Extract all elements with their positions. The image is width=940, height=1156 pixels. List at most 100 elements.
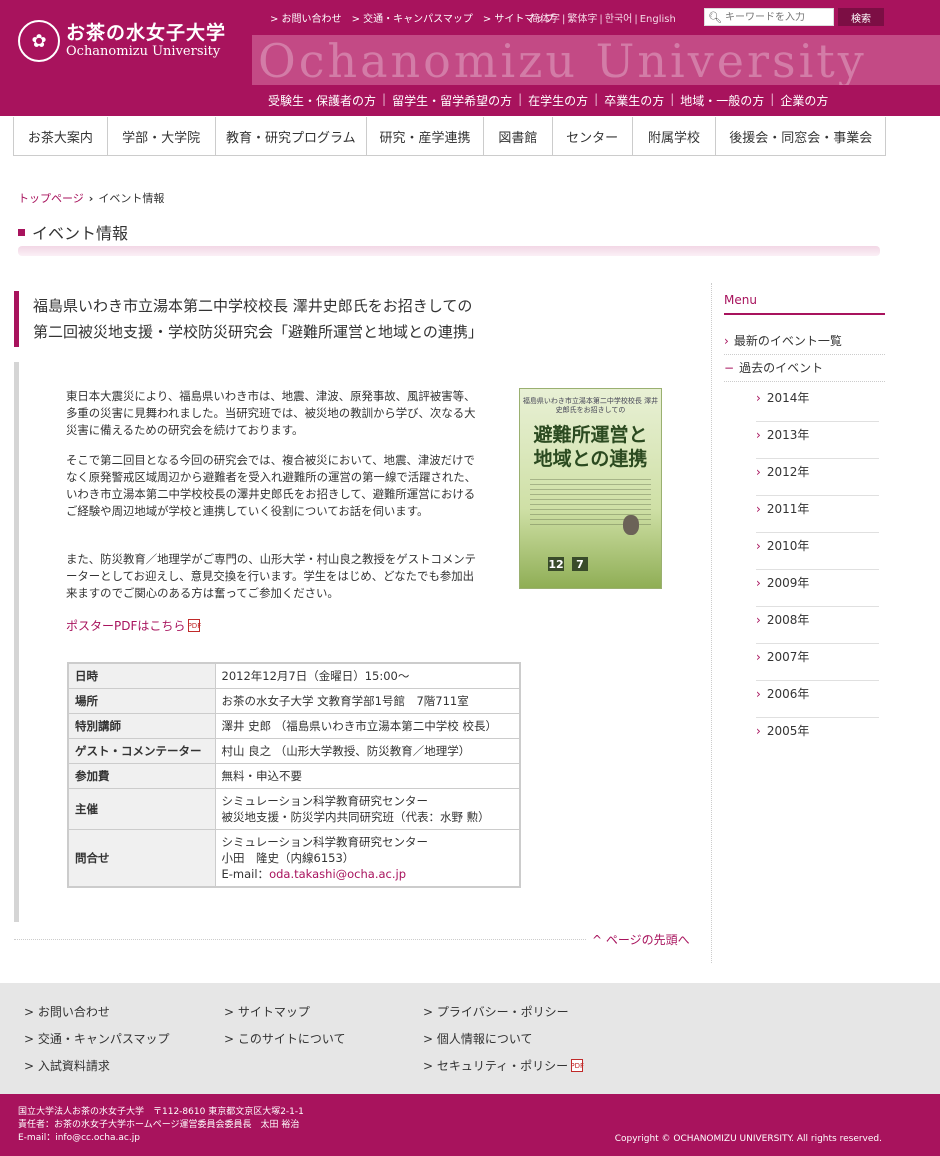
table-row: 特別講師 澤井 史郎 （福島県いわき市立湯本第二中学校 校長）	[67, 713, 521, 739]
table-row: 場所 お茶の水女子大学 文教育学部1号館 7階711室	[67, 688, 521, 714]
table-row: 主催 シミュレーション科学教育研究センター 被災地支援・防災学内共同研究班（代表…	[67, 788, 521, 830]
contact-email-link[interactable]: oda.takashi@ocha.ac.jp	[269, 867, 406, 881]
info-label-organizer: 主催	[67, 788, 216, 830]
article-paragraph-3: また、防災教育／地理学がご専門の、山形大学・村山良之教授をゲストコメンテーターと…	[66, 552, 477, 600]
footer-personal-info-link[interactable]: > 個人情報について	[423, 1030, 533, 1047]
sidebar-year-2006[interactable]: › 2006年	[756, 681, 879, 718]
event-info-table: 日時 2012年12月7日（金曜日）15:00〜 場所 お茶の水女子大学 文教育…	[67, 662, 521, 888]
table-row: 参加費 無料・申込不要	[67, 763, 521, 789]
footer-sitemap-link[interactable]: > サイトマップ	[224, 1003, 310, 1020]
gnav-supporters[interactable]: 後援会・同窓会・事業会	[716, 117, 885, 155]
pagetop-divider	[14, 939, 586, 940]
poster-main-text: 避難所運営と 地域との連携	[533, 424, 648, 470]
minus-icon: −	[724, 361, 735, 375]
search-button[interactable]: 検索	[838, 8, 884, 26]
sidebar-item-latest-events[interactable]: › 最新のイベント一覧	[724, 332, 885, 355]
article-title: 福島県いわき市立湯本第二中学校校長 澤井史郎氏をお招きしての 第二回被災地支援・…	[14, 291, 694, 347]
site-search: 🔍︎ 検索	[704, 8, 884, 26]
audience-companies[interactable]: 企業の方	[774, 92, 834, 109]
breadcrumb-current: イベント情報	[98, 192, 165, 205]
footer-access-link[interactable]: > 交通・キャンパスマップ	[24, 1030, 170, 1047]
chevron-right-icon: ›	[756, 539, 761, 553]
info-label-fee: 参加費	[67, 763, 216, 789]
table-row: 問合せ シミュレーション科学教育研究センター 小田 隆史（内線6153） E-m…	[67, 829, 521, 888]
pdf-icon: PDF	[570, 1059, 584, 1072]
search-input[interactable]	[724, 11, 829, 23]
chevron-right-icon: ›	[756, 613, 761, 627]
page-title: イベント情報	[18, 220, 128, 244]
sidebar-year-2012[interactable]: › 2012年	[756, 459, 879, 496]
lang-english[interactable]: English	[640, 14, 676, 25]
gnav-faculties[interactable]: 学部・大学院	[108, 117, 216, 155]
breadcrumb: トップページ › イベント情報	[18, 190, 164, 206]
footer-about-site-link[interactable]: > このサイトについて	[224, 1030, 346, 1047]
audience-alumni[interactable]: 卒業生の方	[598, 92, 670, 109]
title-square-icon	[18, 228, 25, 236]
breadcrumb-home[interactable]: トップページ	[18, 192, 84, 205]
gnav-education-programs[interactable]: 教育・研究プログラム	[216, 117, 368, 155]
sidebar: Menu › 最新のイベント一覧 − 過去のイベント › 2014年 › 2013年 ›…	[711, 283, 885, 963]
audience-applicants[interactable]: 受験生・保護者の方	[262, 92, 382, 109]
sidebar-heading-rule	[724, 313, 885, 315]
site-header: Ochanomizu University ✿ お茶の水女子大学 Ochanom…	[0, 0, 940, 116]
chevron-right-icon: ›	[756, 502, 761, 516]
chevron-right-icon: ›	[756, 428, 761, 442]
sidebar-item-past-events[interactable]: − 過去のイベント	[724, 359, 885, 382]
sidebar-year-2009[interactable]: › 2009年	[756, 570, 879, 607]
site-logo[interactable]: ✿ お茶の水女子大学 Ochanomizu University	[18, 20, 226, 62]
chevron-right-icon: ›	[756, 687, 761, 701]
sidebar-year-2011[interactable]: › 2011年	[756, 496, 879, 533]
sidebar-heading: Menu	[724, 293, 757, 307]
article-title-line2: 第二回被災地支援・学校防災研究会「避難所運営と地域との連携」	[33, 323, 483, 341]
global-nav: お茶大案内 学部・大学院 教育・研究プログラム 研究・産学連携 図書館 センター…	[13, 117, 886, 156]
info-label-speaker: 特別講師	[67, 713, 216, 739]
poster-pdf-link[interactable]: ポスターPDFはこちら PDF	[66, 617, 201, 634]
table-row: ゲスト・コメンテーター 村山 良之 （山形大学教授、防災教育／地理学）	[67, 738, 521, 764]
search-box: 🔍︎	[704, 8, 834, 26]
poster-speaker-photo	[623, 515, 639, 535]
lang-traditional-chinese[interactable]: 繁体字	[567, 14, 597, 25]
info-value-speaker: 澤井 史郎 （福島県いわき市立湯本第二中学校 校長）	[214, 713, 521, 739]
footer-address: 国立大学法人お茶の水女子大学 〒112-8610 東京都文京区大塚2-1-1 責…	[18, 1107, 304, 1143]
title-rule	[18, 246, 880, 256]
info-value-commentator: 村山 良之 （山形大学教授、防災教育／地理学）	[214, 738, 521, 764]
audience-international[interactable]: 留学生・留学希望の方	[386, 92, 518, 109]
footer-contact-link[interactable]: > お問い合わせ	[24, 1003, 110, 1020]
gnav-research[interactable]: 研究・産学連携	[367, 117, 484, 155]
audience-students[interactable]: 在学生の方	[522, 92, 594, 109]
gnav-about[interactable]: お茶大案内	[14, 117, 108, 155]
footer-bottom: 国立大学法人お茶の水女子大学 〒112-8610 東京都文京区大塚2-1-1 責…	[0, 1094, 940, 1156]
sidebar-year-2007[interactable]: › 2007年	[756, 644, 879, 681]
lang-simplified-chinese[interactable]: 简体字	[530, 14, 560, 25]
footer-links: > お問い合わせ > 交通・キャンパスマップ > 入試資料請求 > サイトマップ…	[0, 983, 940, 1094]
breadcrumb-separator-icon: ›	[88, 192, 94, 205]
poster-thumbnail[interactable]: 福島県いわき市立湯本第二中学校校長 澤井史郎氏をお招きしての 避難所運営と 地域…	[519, 388, 662, 589]
access-map-link[interactable]: > 交通・キャンパスマップ	[352, 10, 473, 25]
chevron-right-icon: ›	[756, 724, 761, 738]
gnav-attached-schools[interactable]: 附属学校	[633, 117, 717, 155]
page-top-link[interactable]: ^ ページの先頭へ	[592, 931, 690, 948]
chevron-right-icon: ›	[756, 465, 761, 479]
footer-security-link[interactable]: > セキュリティ・ポリシー PDF	[423, 1057, 584, 1074]
sidebar-year-2005[interactable]: › 2005年	[756, 718, 879, 755]
info-label-datetime: 日時	[67, 662, 216, 689]
sidebar-year-2008[interactable]: › 2008年	[756, 607, 879, 644]
poster-date: 12 7	[548, 557, 588, 571]
article-paragraph-2: そこで第二回目となる今回の研究会では、複合被災において、地震、津波だけでなく原発…	[66, 453, 477, 518]
info-value-venue: お茶の水女子大学 文教育学部1号館 7階711室	[214, 688, 521, 714]
copyright: Copyright © OCHANOMIZU UNIVERSITY. All r…	[614, 1134, 882, 1144]
gnav-centers[interactable]: センター	[553, 117, 633, 155]
sidebar-year-2014[interactable]: › 2014年	[756, 385, 879, 422]
lang-korean[interactable]: 한국어	[605, 14, 633, 25]
contact-link[interactable]: > お問い合わせ	[270, 10, 342, 25]
language-switcher: 简体字 | 繁体字 | 한국어 | English	[530, 14, 676, 25]
article-title-line1: 福島県いわき市立湯本第二中学校校長 澤井史郎氏をお招きしての	[33, 297, 473, 315]
footer-admission-materials-link[interactable]: > 入試資料請求	[24, 1057, 110, 1074]
sidebar-year-2010[interactable]: › 2010年	[756, 533, 879, 570]
info-value-fee: 無料・申込不要	[214, 763, 521, 789]
footer-privacy-link[interactable]: > プライバシー・ポリシー	[423, 1003, 569, 1020]
gnav-library[interactable]: 図書館	[484, 117, 553, 155]
audience-community[interactable]: 地域・一般の方	[674, 92, 770, 109]
sidebar-year-2013[interactable]: › 2013年	[756, 422, 879, 459]
info-label-contact: 問合せ	[67, 829, 216, 888]
